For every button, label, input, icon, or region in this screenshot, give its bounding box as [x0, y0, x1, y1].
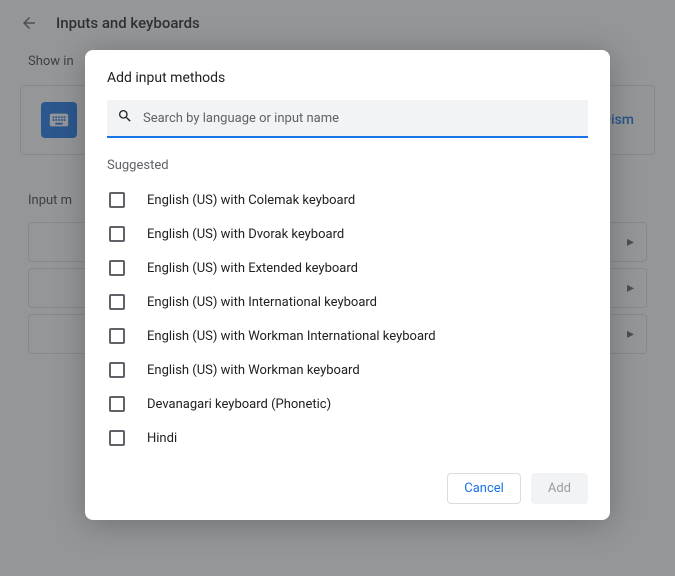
- search-icon: [117, 108, 133, 128]
- search-input[interactable]: [143, 111, 578, 126]
- input-method-option[interactable]: English (US) with Dvorak keyboard: [107, 217, 588, 251]
- checkbox[interactable]: [109, 430, 125, 446]
- dialog-title: Add input methods: [107, 70, 588, 86]
- option-label: English (US) with International keyboard: [147, 295, 377, 310]
- option-label: Hindi: [147, 431, 177, 446]
- suggested-heading: Suggested: [107, 158, 588, 173]
- checkbox[interactable]: [109, 396, 125, 412]
- input-method-option[interactable]: Devanagari keyboard (Phonetic): [107, 387, 588, 421]
- checkbox[interactable]: [109, 260, 125, 276]
- checkbox[interactable]: [109, 362, 125, 378]
- option-label: English (US) with Dvorak keyboard: [147, 227, 344, 242]
- option-label: Devanagari keyboard (Phonetic): [147, 397, 331, 412]
- input-method-option[interactable]: English (US) with Colemak keyboard: [107, 183, 588, 217]
- search-field-wrapper[interactable]: [107, 100, 588, 138]
- checkbox[interactable]: [109, 192, 125, 208]
- input-method-option[interactable]: English (US) with Workman International …: [107, 319, 588, 353]
- option-label: English (US) with Colemak keyboard: [147, 193, 355, 208]
- option-label: English (US) with Extended keyboard: [147, 261, 358, 276]
- input-method-option[interactable]: English (US) with Workman keyboard: [107, 353, 588, 387]
- input-method-option[interactable]: English (US) with Extended keyboard: [107, 251, 588, 285]
- add-input-methods-dialog: Add input methods Suggested English (US)…: [85, 50, 610, 520]
- add-button[interactable]: Add: [531, 473, 588, 504]
- option-label: English (US) with Workman International …: [147, 329, 436, 344]
- checkbox[interactable]: [109, 226, 125, 242]
- input-method-option[interactable]: English (US) with International keyboard: [107, 285, 588, 319]
- dialog-actions: Cancel Add: [107, 473, 588, 504]
- input-method-option[interactable]: Hindi: [107, 421, 588, 455]
- checkbox[interactable]: [109, 328, 125, 344]
- cancel-button[interactable]: Cancel: [447, 473, 521, 504]
- option-label: English (US) with Workman keyboard: [147, 363, 360, 378]
- checkbox[interactable]: [109, 294, 125, 310]
